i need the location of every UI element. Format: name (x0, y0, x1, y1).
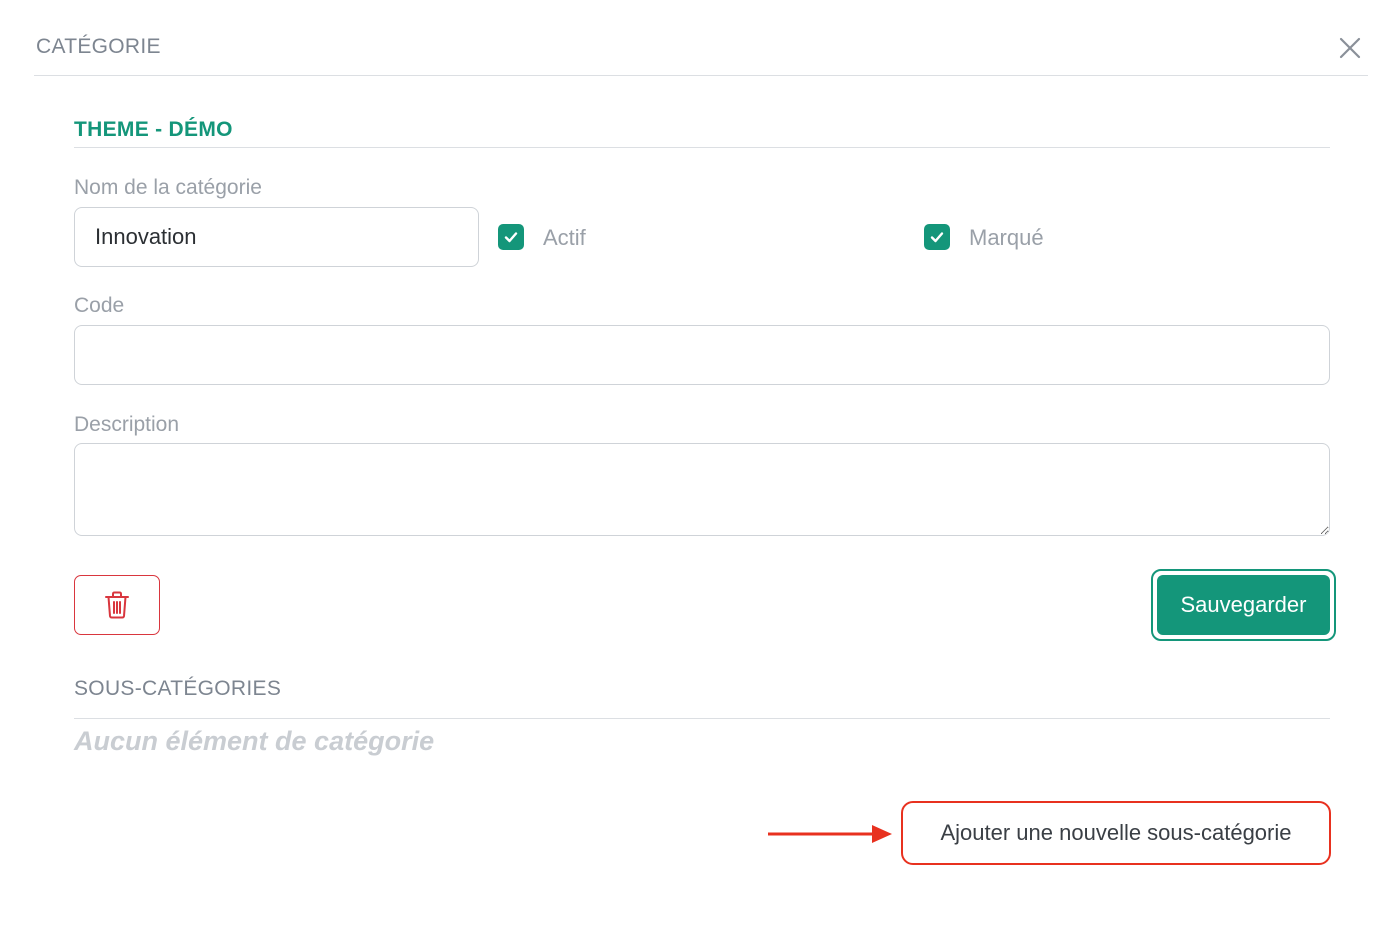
check-icon (504, 232, 518, 243)
description-label: Description (74, 413, 180, 436)
category-name-input[interactable] (74, 207, 479, 267)
subcategories-empty-message: Aucun élément de catégorie (74, 726, 435, 756)
dialog-header: CATÉGORIE (34, 22, 1368, 76)
trash-icon (105, 591, 129, 619)
active-checkbox[interactable] (498, 224, 524, 250)
close-icon (1339, 37, 1361, 59)
code-label: Code (74, 294, 125, 317)
section-divider (74, 147, 1330, 148)
save-button[interactable]: Sauvegarder (1157, 575, 1330, 635)
subcategories-divider (74, 718, 1330, 719)
section-title: THEME - DÉMO (74, 118, 233, 141)
marked-label: Marqué (969, 225, 1044, 250)
close-button[interactable] (1336, 34, 1364, 62)
category-dialog: CATÉGORIE THEME - DÉMO Nom de la catégor… (0, 0, 1386, 936)
add-subcategory-button[interactable]: Ajouter une nouvelle sous-catégorie (901, 801, 1331, 865)
dialog-title: CATÉGORIE (36, 35, 161, 58)
subcategories-title: SOUS-CATÉGORIES (74, 677, 282, 700)
check-icon (930, 232, 944, 243)
arrow-right-icon (768, 825, 892, 843)
active-label: Actif (543, 225, 586, 250)
category-name-label: Nom de la catégorie (74, 176, 262, 199)
description-textarea[interactable] (74, 443, 1330, 536)
delete-button[interactable] (74, 575, 160, 635)
code-input[interactable] (74, 325, 1330, 385)
marked-checkbox[interactable] (924, 224, 950, 250)
